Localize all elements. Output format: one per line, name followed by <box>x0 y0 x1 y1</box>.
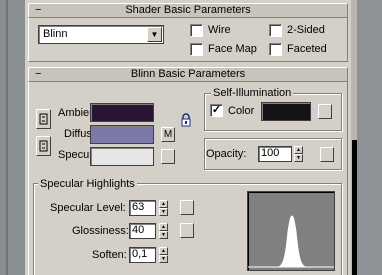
self-illum-color-checkbox[interactable]: ✓ <box>210 104 223 117</box>
diffuse-color-swatch[interactable] <box>90 125 154 144</box>
spinner-up-icon[interactable]: ▲ <box>159 200 168 208</box>
diffuse-specular-lock-button[interactable] <box>36 136 51 156</box>
chevron-down-icon[interactable]: ▼ <box>147 27 162 42</box>
glossiness-label: Glossiness: <box>72 225 129 237</box>
opacity-map-button[interactable] <box>320 147 334 162</box>
ambient-color-swatch[interactable] <box>90 103 154 122</box>
specular-map-button[interactable] <box>161 149 175 164</box>
self-illumination-title: Self-Illumination <box>211 87 294 99</box>
specular-level-map-button[interactable] <box>180 200 194 215</box>
spinner-up-icon[interactable]: ▲ <box>159 247 168 255</box>
spinner-up-icon[interactable]: ▲ <box>294 146 303 154</box>
glossiness-map-button[interactable] <box>180 223 194 238</box>
self-illum-map-button[interactable] <box>318 104 332 119</box>
wire-label: Wire <box>208 24 231 36</box>
self-illum-color-swatch[interactable] <box>261 102 311 121</box>
material-panel: − Shader Basic Parameters Blinn ▼ Wire 2… <box>25 0 351 275</box>
collapse-icon: − <box>35 4 42 16</box>
collapse-icon: − <box>35 68 42 80</box>
shader-rollout-header[interactable]: − Shader Basic Parameters <box>28 3 348 18</box>
opacity-label: Opacity: <box>206 148 247 160</box>
spinner-down-icon[interactable]: ▼ <box>294 154 303 162</box>
background-left <box>0 0 25 275</box>
shader-rollout-title: Shader Basic Parameters <box>125 4 251 16</box>
opacity-spinner[interactable]: ▲ ▼ <box>294 146 303 162</box>
face-map-label: Face Map <box>208 43 257 55</box>
soften-spinner[interactable]: ▲ ▼ <box>159 247 168 263</box>
background-line <box>6 0 8 275</box>
opacity-input[interactable]: 100 <box>258 146 292 162</box>
blinn-rollout-title: Blinn Basic Parameters <box>130 68 246 80</box>
two-sided-label: 2-Sided <box>287 24 325 36</box>
spinner-down-icon[interactable]: ▼ <box>159 255 168 263</box>
highlight-curve-graph <box>247 191 335 271</box>
ambient-diffuse-lock-button[interactable] <box>36 109 51 129</box>
spinner-down-icon[interactable]: ▼ <box>159 208 168 216</box>
glossiness-input[interactable]: 40 <box>129 223 156 239</box>
shader-type-dropdown[interactable]: Blinn ▼ <box>38 25 164 44</box>
specular-level-spinner[interactable]: ▲ ▼ <box>159 200 168 216</box>
specular-color-swatch[interactable] <box>90 147 154 166</box>
faceted-label: Faceted <box>287 43 327 55</box>
specular-level-label: Specular Level: <box>50 202 126 214</box>
blinn-rollout-header[interactable]: − Blinn Basic Parameters <box>28 67 348 82</box>
spinner-down-icon[interactable]: ▼ <box>159 231 168 239</box>
wire-checkbox[interactable] <box>190 24 203 37</box>
scrollbar-thumb[interactable] <box>352 140 357 275</box>
specular-highlights-title: Specular Highlights <box>38 178 137 190</box>
faceted-checkbox[interactable] <box>269 43 282 56</box>
soften-input[interactable]: 0,1 <box>129 247 156 263</box>
background-right <box>357 0 382 275</box>
face-map-checkbox[interactable] <box>190 43 203 56</box>
link-icon <box>39 140 48 152</box>
diffuse-map-button[interactable]: M <box>161 127 175 142</box>
glossiness-spinner[interactable]: ▲ ▼ <box>159 223 168 239</box>
soften-label: Soften: <box>92 249 127 261</box>
two-sided-checkbox[interactable] <box>269 24 282 37</box>
link-icon <box>39 113 48 125</box>
spinner-up-icon[interactable]: ▲ <box>159 223 168 231</box>
specular-level-input[interactable]: 63 <box>129 200 156 216</box>
highlight-curve-icon <box>248 215 334 268</box>
self-illum-color-label: Color <box>228 105 255 117</box>
lock-icon[interactable] <box>179 113 193 127</box>
shader-type-value: Blinn <box>43 28 68 40</box>
